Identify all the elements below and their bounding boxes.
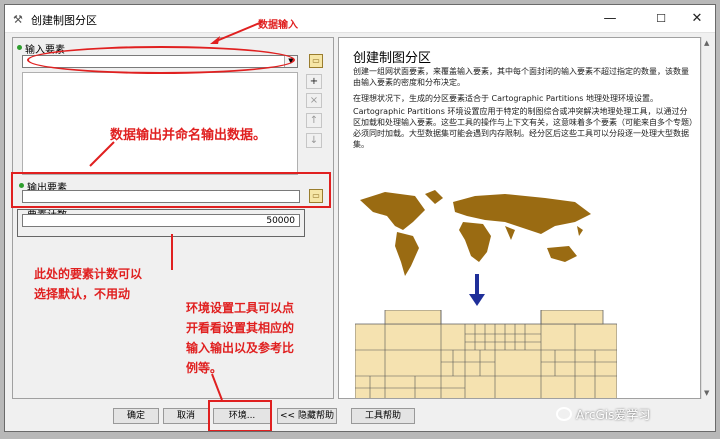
- help-paragraph-3: Cartographic Partitions 环境设置应用于特定的制图综合或冲…: [353, 107, 693, 149]
- close-button[interactable]: ✕: [677, 9, 715, 29]
- count-box-frame: [17, 209, 305, 237]
- count-annotation: 此处的要素计数可以 选择默认，不用动: [34, 267, 143, 301]
- output-annotation: 数据输出并命名输出数据。: [110, 128, 267, 143]
- wechat-logo-icon: [556, 407, 572, 421]
- open-folder-icon[interactable]: ▭: [309, 54, 323, 68]
- ok-button[interactable]: 确定: [113, 408, 159, 424]
- help-paragraph-1: 创建一组网状面要素，来覆盖输入要素，其中每个面封闭的输入要素不超过指定的数量，该…: [353, 67, 689, 87]
- pointer-line-icon: [211, 373, 223, 401]
- scroll-down-icon[interactable]: ▼: [704, 389, 709, 397]
- help-pane: 创建制图分区 创建一组网状面要素，来覆盖输入要素，其中每个面封闭的输入要素不超过…: [338, 37, 701, 399]
- input-highlight-oval: [27, 46, 295, 74]
- dialog-window: ⚒ 创建制图分区 — ☐ ✕ 输入要素 ▼ ▭ + × ↑ ↓ 输出要素 ▭ 要…: [4, 4, 716, 432]
- world-map-image: [360, 190, 591, 276]
- cancel-button[interactable]: 取消: [163, 408, 209, 424]
- help-paragraph-2: 在理想状况下，生成的分区要素适合于 Cartographic Partition…: [353, 94, 658, 103]
- required-dot-icon: [17, 45, 22, 50]
- env-annotation: 环境设置工具可以点 开看看设置其相应的 输入输出以及参考比 例等。: [186, 301, 295, 375]
- move-down-button[interactable]: ↓: [306, 133, 322, 148]
- tool-help-button[interactable]: 工具帮助: [351, 408, 415, 424]
- add-item-button[interactable]: +: [306, 74, 322, 89]
- minimize-button[interactable]: —: [590, 9, 630, 29]
- remove-item-button[interactable]: ×: [306, 93, 322, 108]
- pointer-line-icon: [171, 234, 173, 270]
- pointer-line-icon: [210, 21, 263, 44]
- window-title: 创建制图分区: [31, 14, 97, 27]
- output-highlight-rect: [11, 172, 331, 208]
- maximize-button[interactable]: ☐: [641, 9, 681, 29]
- partition-grid-image: [355, 310, 617, 398]
- pointer-line-icon: [89, 141, 115, 167]
- title-bar: ⚒ 创建制图分区 — ☐ ✕: [5, 5, 715, 33]
- down-arrow-icon: [469, 274, 485, 306]
- hammer-icon: ⚒: [13, 13, 23, 26]
- env-highlight-rect: [208, 400, 272, 431]
- hide-help-button[interactable]: << 隐藏帮助: [277, 408, 337, 424]
- help-title: 创建制图分区: [353, 51, 432, 66]
- help-scrollbar[interactable]: ▲ ▼: [701, 37, 713, 399]
- move-up-button[interactable]: ↑: [306, 113, 322, 128]
- scroll-up-icon[interactable]: ▲: [704, 39, 709, 47]
- watermark-text: ArcGis爱学习: [576, 408, 651, 422]
